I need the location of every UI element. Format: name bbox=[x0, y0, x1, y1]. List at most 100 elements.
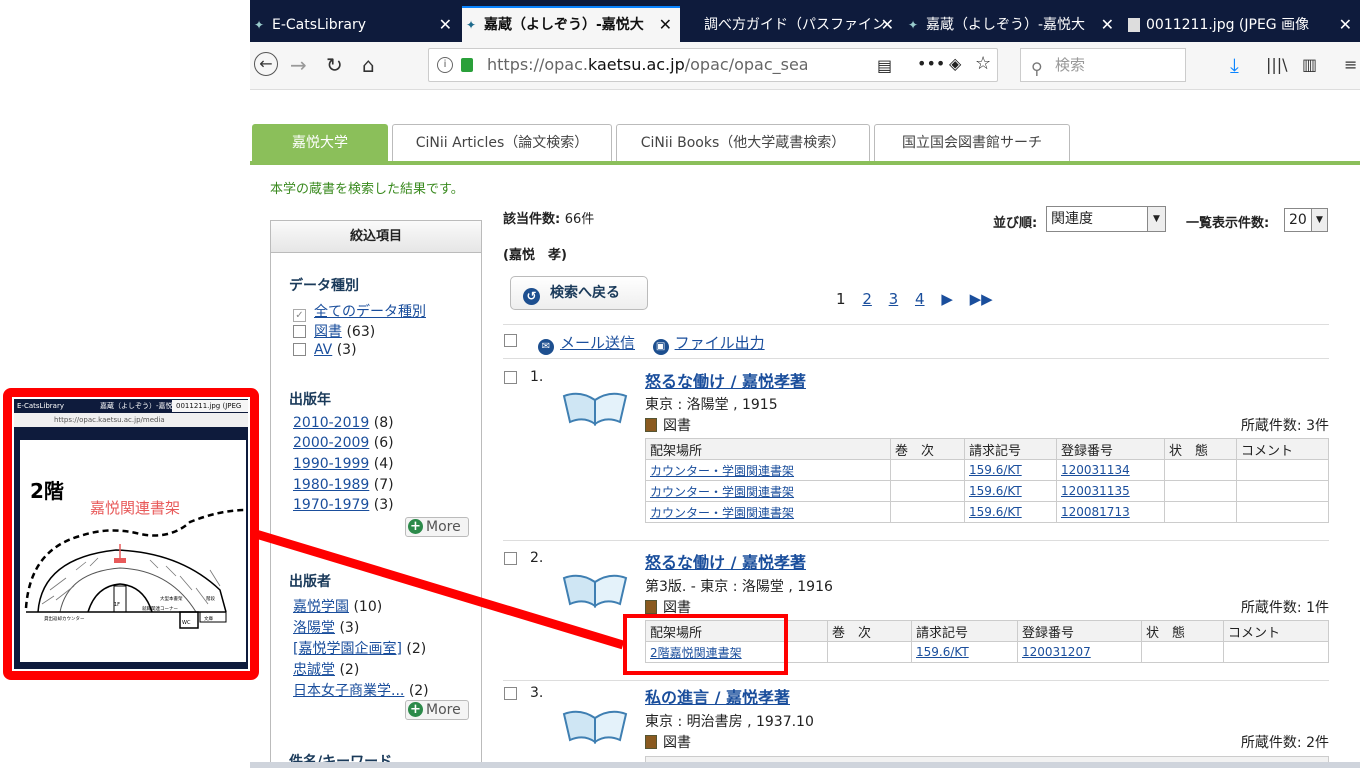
facet-item[interactable]: 1990-1999 (4) bbox=[293, 456, 394, 472]
facet-item[interactable]: 洛陽堂 (3) bbox=[293, 617, 359, 637]
browser-tab-3[interactable]: 調べ方ガイド（パスファイン ✕ bbox=[682, 8, 902, 42]
info-icon[interactable]: i bbox=[437, 57, 453, 73]
facet-link[interactable]: 全てのデータ種別 bbox=[314, 304, 426, 320]
close-icon[interactable]: ✕ bbox=[1339, 8, 1352, 42]
sort-select[interactable]: 関連度 ▼ bbox=[1046, 206, 1166, 232]
facet-item[interactable]: 2010-2019 (8) bbox=[293, 415, 394, 431]
pocket-icon[interactable]: ◈ bbox=[949, 54, 961, 73]
reload-icon[interactable]: ↻ bbox=[326, 52, 343, 78]
facet-item[interactable]: AV (3) bbox=[293, 342, 357, 358]
next-page-icon[interactable]: ▶ bbox=[941, 290, 953, 308]
close-icon[interactable]: ✕ bbox=[439, 8, 452, 42]
address-bar[interactable]: i https://opac.kaetsu.ac.jp/opac/opac_se… bbox=[428, 48, 998, 82]
browser-tab-5[interactable]: 0011211.jpg (JPEG 画像 ✕ bbox=[1124, 8, 1360, 42]
facet-item[interactable]: 1980-1989 (7) bbox=[293, 477, 394, 493]
call-number-link[interactable]: 159.6/KT bbox=[916, 645, 969, 659]
back-to-search-button[interactable]: ↺ 検索へ戻る bbox=[510, 276, 648, 310]
registration-link[interactable]: 120031135 bbox=[1061, 484, 1130, 498]
tab-cinii-books[interactable]: CiNii Books（他大学蔵書検索） bbox=[616, 124, 870, 162]
facet-link[interactable]: 2010-2019 bbox=[293, 415, 369, 431]
back-icon[interactable]: ← bbox=[254, 52, 278, 76]
tab-ndl-search[interactable]: 国立国会図書館サーチ bbox=[874, 124, 1070, 162]
facet-link[interactable]: 2000-2009 bbox=[293, 435, 369, 451]
call-number-cell[interactable]: 159.6/KT bbox=[911, 641, 1018, 663]
registration-cell[interactable]: 120031135 bbox=[1056, 480, 1165, 502]
call-number-cell[interactable]: 159.6/KT bbox=[964, 501, 1057, 523]
call-number-link[interactable]: 159.6/KT bbox=[969, 463, 1022, 477]
undo-icon: ↺ bbox=[523, 288, 540, 305]
facet-item[interactable]: 日本女子商業学... (2) bbox=[293, 680, 429, 700]
close-icon[interactable]: ✕ bbox=[881, 8, 894, 42]
facet-item[interactable]: ✓ 全てのデータ種別 bbox=[293, 301, 426, 322]
call-number-link[interactable]: 159.6/KT bbox=[969, 484, 1022, 498]
facet-link[interactable]: [嘉悦学園企画室] bbox=[293, 641, 402, 657]
facet-link[interactable]: 図書 bbox=[314, 324, 342, 340]
location-link[interactable]: カウンター・学園関連書架 bbox=[650, 506, 794, 520]
location-link[interactable]: カウンター・学園関連書架 bbox=[650, 485, 794, 499]
browser-tab-4[interactable]: ✦ 嘉蔵（よしぞう）-嘉悦大 ✕ bbox=[904, 8, 1122, 42]
tab-kaetsu[interactable]: 嘉悦大学 bbox=[252, 124, 388, 162]
result-checkbox[interactable] bbox=[504, 687, 517, 700]
forward-icon[interactable]: → bbox=[290, 52, 307, 78]
sidebar-icon[interactable]: ▥ bbox=[1302, 52, 1317, 78]
location-cell[interactable]: カウンター・学園関連書架 bbox=[645, 459, 891, 481]
library-icon[interactable]: |||\ bbox=[1266, 52, 1288, 78]
facet-item[interactable]: 嘉悦学園 (10) bbox=[293, 596, 382, 616]
close-icon[interactable]: ✕ bbox=[1101, 8, 1114, 42]
registration-link[interactable]: 120031207 bbox=[1022, 645, 1091, 659]
call-number-cell[interactable]: 159.6/KT bbox=[964, 459, 1057, 481]
per-page-select[interactable]: 20 ▼ bbox=[1284, 208, 1328, 232]
book-type-icon bbox=[645, 600, 657, 614]
facet-link[interactable]: 1970-1979 bbox=[293, 497, 369, 513]
registration-link[interactable]: 120081713 bbox=[1061, 505, 1130, 519]
registration-cell[interactable]: 120031134 bbox=[1056, 459, 1165, 481]
result-title-link[interactable]: 私の進言 / 嘉悦孝著 bbox=[645, 684, 790, 708]
bookmark-star-icon[interactable]: ☆ bbox=[975, 53, 991, 74]
home-icon[interactable]: ⌂ bbox=[362, 52, 375, 78]
checkbox[interactable] bbox=[293, 343, 306, 356]
facet-link[interactable]: 忠誠堂 bbox=[293, 662, 335, 678]
registration-link[interactable]: 120031134 bbox=[1061, 463, 1130, 477]
facet-link[interactable]: 1980-1989 bbox=[293, 477, 369, 493]
tab-cinii-articles[interactable]: CiNii Articles（論文検索） bbox=[392, 124, 612, 162]
page-link[interactable]: 2 bbox=[862, 290, 872, 308]
browser-tab-2[interactable]: ✦ 嘉蔵（よしぞう）-嘉悦大 ✕ bbox=[462, 6, 680, 42]
checkbox[interactable] bbox=[293, 325, 306, 338]
facet-item[interactable]: 2000-2009 (6) bbox=[293, 435, 394, 451]
result-checkbox[interactable] bbox=[504, 371, 517, 384]
more-actions-icon[interactable]: ••• bbox=[917, 54, 945, 73]
facet-item[interactable]: 忠誠堂 (2) bbox=[293, 659, 359, 679]
registration-cell[interactable]: 120081713 bbox=[1056, 501, 1165, 523]
call-number-cell[interactable]: 159.6/KT bbox=[964, 480, 1057, 502]
facet-link[interactable]: 嘉悦学園 bbox=[293, 599, 349, 615]
facet-link[interactable]: 洛陽堂 bbox=[293, 620, 335, 636]
more-button[interactable]: + More bbox=[405, 700, 469, 720]
location-link[interactable]: カウンター・学園関連書架 bbox=[650, 464, 794, 478]
browser-tab-1[interactable]: ✦ E-CatsLibrary ✕ bbox=[250, 8, 460, 42]
facet-link[interactable]: 日本女子商業学... bbox=[293, 683, 404, 699]
close-icon[interactable]: ✕ bbox=[659, 8, 672, 42]
page-link[interactable]: 4 bbox=[915, 290, 925, 308]
result-title-link[interactable]: 怒るな働け / 嘉悦孝著 bbox=[645, 549, 806, 573]
location-cell[interactable]: カウンター・学園関連書架 bbox=[645, 501, 891, 523]
facet-item[interactable]: [嘉悦学園企画室] (2) bbox=[293, 638, 426, 658]
reader-view-icon[interactable]: ▤ bbox=[877, 56, 892, 75]
page-link[interactable]: 3 bbox=[889, 290, 899, 308]
facet-item[interactable]: 1970-1979 (3) bbox=[293, 497, 394, 513]
search-input[interactable]: ⚲ 検索 bbox=[1020, 48, 1186, 82]
menu-icon[interactable]: ≡ bbox=[1344, 52, 1357, 78]
call-number-link[interactable]: 159.6/KT bbox=[969, 505, 1022, 519]
download-icon[interactable]: ⤓ bbox=[1230, 52, 1239, 78]
export-link[interactable]: ファイル出力 bbox=[675, 334, 765, 352]
facet-item[interactable]: 図書 (63) bbox=[293, 321, 375, 341]
facet-link[interactable]: AV bbox=[314, 342, 332, 358]
registration-cell[interactable]: 120031207 bbox=[1017, 641, 1142, 663]
facet-link[interactable]: 1990-1999 bbox=[293, 456, 369, 472]
result-title-link[interactable]: 怒るな働け / 嘉悦孝著 bbox=[645, 368, 806, 392]
select-all-checkbox[interactable] bbox=[504, 334, 517, 347]
mail-link[interactable]: メール送信 bbox=[560, 334, 635, 352]
result-checkbox[interactable] bbox=[504, 552, 517, 565]
last-page-icon[interactable]: ▶▶ bbox=[970, 290, 993, 308]
more-button[interactable]: + More bbox=[405, 517, 469, 537]
location-cell[interactable]: カウンター・学園関連書架 bbox=[645, 480, 891, 502]
